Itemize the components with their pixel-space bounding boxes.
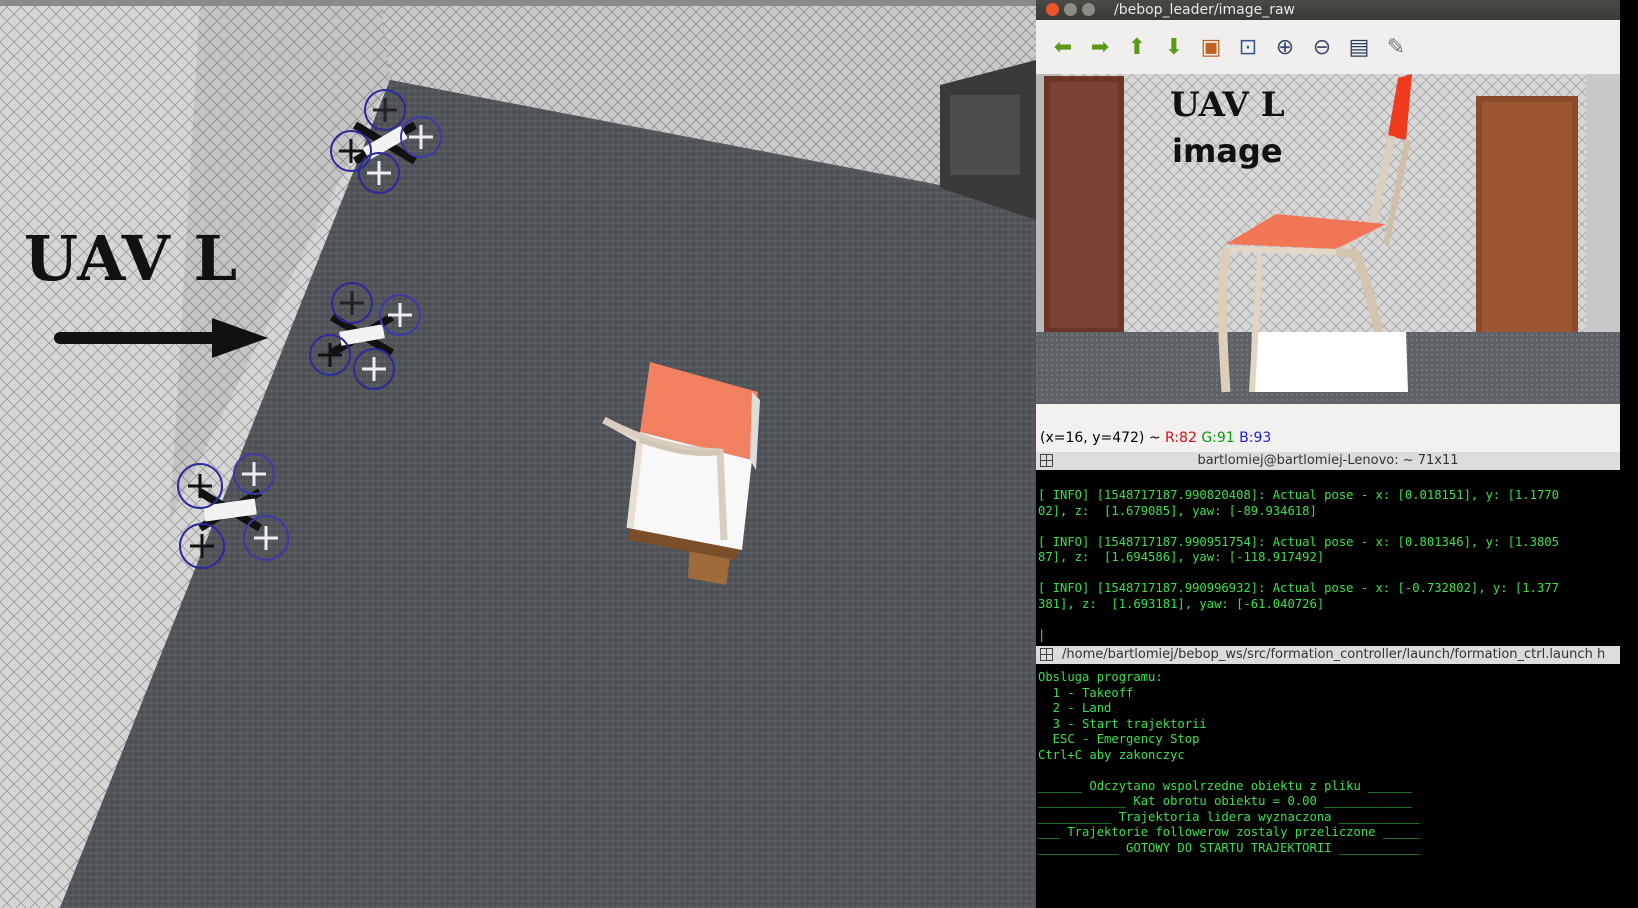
terminal-header[interactable]: bartlomiej@bartlomiej-Lenovo: ~ 71x11 — [1036, 452, 1620, 470]
terminal-output: Obsluga programu: 1 - Takeoff 2 - Land 3… — [1038, 670, 1420, 855]
terminal-icon — [1040, 648, 1053, 661]
terminal-formation-control[interactable]: /home/bartlomiej/bebop_ws/src/formation_… — [1036, 646, 1620, 908]
image-image-label: image — [1172, 132, 1283, 170]
pixel-red-value: R:82 — [1165, 430, 1197, 446]
window-minimize-button[interactable] — [1064, 3, 1077, 16]
image-icon[interactable]: ▣ — [1198, 34, 1224, 60]
terminal-pose-log[interactable]: bartlomiej@bartlomiej-Lenovo: ~ 71x11 [ … — [1036, 452, 1620, 646]
window-title: /bebop_leader/image_raw — [1114, 2, 1296, 18]
simulation-scene — [0, 0, 1036, 908]
arrow-left-icon[interactable]: ⬅ — [1050, 34, 1076, 60]
arrow-down-icon[interactable]: ⬇ — [1161, 34, 1187, 60]
save-icon[interactable]: ▤ — [1346, 34, 1372, 60]
camera-image-scene — [1036, 74, 1620, 404]
gazebo-simulation-view[interactable]: UAV L — [0, 0, 1036, 908]
brush-icon[interactable]: ✎ — [1383, 34, 1409, 60]
pixel-status-bar: (x=16, y=472) ~ R:82 G:91 B:93 — [1036, 404, 1620, 452]
terminal-output: [ INFO] [1548717187.990820408]: Actual p… — [1038, 488, 1559, 642]
arrow-up-icon[interactable]: ⬆ — [1124, 34, 1150, 60]
arrow-right-icon[interactable]: ➡ — [1087, 34, 1113, 60]
pixel-readout: (x=16, y=472) ~ R:82 G:91 B:93 — [1040, 430, 1271, 446]
pixel-blue-value: B:93 — [1239, 430, 1272, 446]
image-view-window[interactable]: /bebop_leader/image_raw ⬅ ➡ ⬆ ⬇ ▣ ⊡ ⊕ ⊖ … — [1036, 0, 1620, 452]
window-close-button[interactable] — [1046, 3, 1059, 16]
terminal-title: bartlomiej@bartlomiej-Lenovo: ~ 71x11 — [1197, 453, 1459, 468]
window-titlebar[interactable]: /bebop_leader/image_raw — [1036, 0, 1620, 20]
uav-l-overlay-label: UAV L — [24, 222, 239, 295]
zoom-fit-icon[interactable]: ⊡ — [1235, 34, 1261, 60]
image-view-toolbar: ⬅ ➡ ⬆ ⬇ ▣ ⊡ ⊕ ⊖ ▤ ✎ — [1036, 20, 1620, 74]
terminal-header[interactable]: /home/bartlomiej/bebop_ws/src/formation_… — [1036, 646, 1620, 664]
zoom-out-icon[interactable]: ⊖ — [1309, 34, 1335, 60]
pixel-coords: (x=16, y=472) ~ — [1040, 430, 1161, 446]
window-maximize-button[interactable] — [1082, 3, 1095, 16]
terminal-title: /home/bartlomiej/bebop_ws/src/formation_… — [1062, 647, 1606, 662]
pixel-green-value: G:91 — [1201, 430, 1235, 446]
image-uav-label: UAV L — [1170, 85, 1285, 125]
zoom-in-icon[interactable]: ⊕ — [1272, 34, 1298, 60]
camera-image[interactable]: UAV L image — [1036, 74, 1620, 404]
